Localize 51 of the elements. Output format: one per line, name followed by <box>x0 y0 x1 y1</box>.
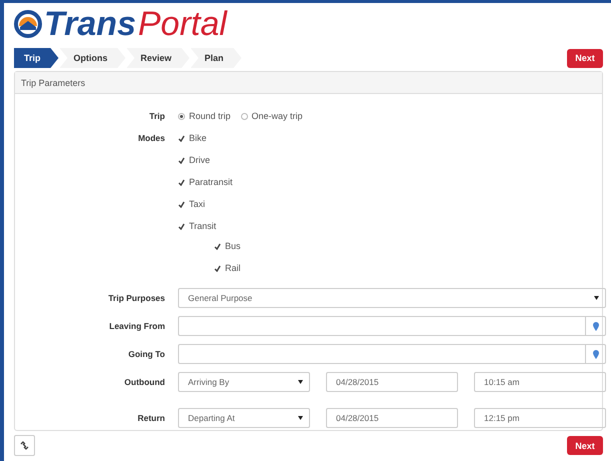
checkbox-label: Bike <box>189 133 207 143</box>
radio-button[interactable] <box>178 112 185 120</box>
caret-icon <box>594 296 599 300</box>
wizard-step[interactable]: Trip <box>14 48 59 68</box>
caret-icon <box>298 416 303 420</box>
next-button[interactable]: Next <box>567 48 603 68</box>
date-field[interactable]: 04/28/2015 <box>326 372 458 392</box>
link-button[interactable] <box>14 435 35 456</box>
field-label: Going To <box>127 348 165 361</box>
link-icon <box>20 441 29 450</box>
date-field[interactable]: 04/28/2015 <box>326 408 458 428</box>
checkbox[interactable] <box>178 134 185 142</box>
field-label: Outbound <box>123 376 165 389</box>
wizard-step[interactable]: Plan <box>190 48 242 68</box>
select-field[interactable]: Departing At <box>178 408 310 428</box>
checkbox-label: Bus <box>225 241 241 251</box>
checkbox-label: Paratransit <box>189 177 233 187</box>
wizard-step[interactable]: Review <box>126 48 190 68</box>
time-field[interactable]: 10:15 am <box>474 372 606 392</box>
field-label: Trip Purposes <box>107 292 165 305</box>
checkbox[interactable] <box>178 222 185 230</box>
select-field[interactable]: General Purpose <box>178 288 606 308</box>
radio-label: Round trip <box>189 111 231 121</box>
checkbox[interactable] <box>214 242 221 250</box>
checkbox-label: Transit <box>189 221 216 231</box>
map-pin-icon <box>592 350 598 358</box>
field-label: Leaving From <box>108 320 165 333</box>
caret-icon <box>298 380 303 384</box>
input-field[interactable] <box>178 344 606 364</box>
checkbox[interactable] <box>178 156 185 164</box>
logo-icon <box>14 10 42 38</box>
select-field[interactable]: Arriving By <box>178 372 310 392</box>
next-button[interactable]: Next <box>567 436 603 455</box>
field-label: Modes <box>137 132 165 145</box>
field-label: Trip <box>148 110 165 123</box>
field-label: Return <box>136 412 165 425</box>
map-pin-icon <box>592 322 598 330</box>
logo-text: Trans <box>44 7 136 41</box>
radio-button[interactable] <box>240 112 248 120</box>
radio-label: One-way trip <box>252 111 303 121</box>
checkbox-label: Rail <box>225 263 241 273</box>
panel-title: Trip Parameters <box>21 78 86 88</box>
checkbox-label: Taxi <box>189 199 206 209</box>
wizard-step[interactable]: Options <box>60 48 126 68</box>
input-field[interactable] <box>178 316 606 336</box>
checkbox-label: Drive <box>189 155 210 165</box>
checkbox[interactable] <box>178 178 185 186</box>
time-field[interactable]: 12:15 pm <box>474 408 606 428</box>
logo-text: Portal <box>138 7 227 41</box>
checkbox[interactable] <box>214 264 221 272</box>
checkbox[interactable] <box>178 200 185 208</box>
